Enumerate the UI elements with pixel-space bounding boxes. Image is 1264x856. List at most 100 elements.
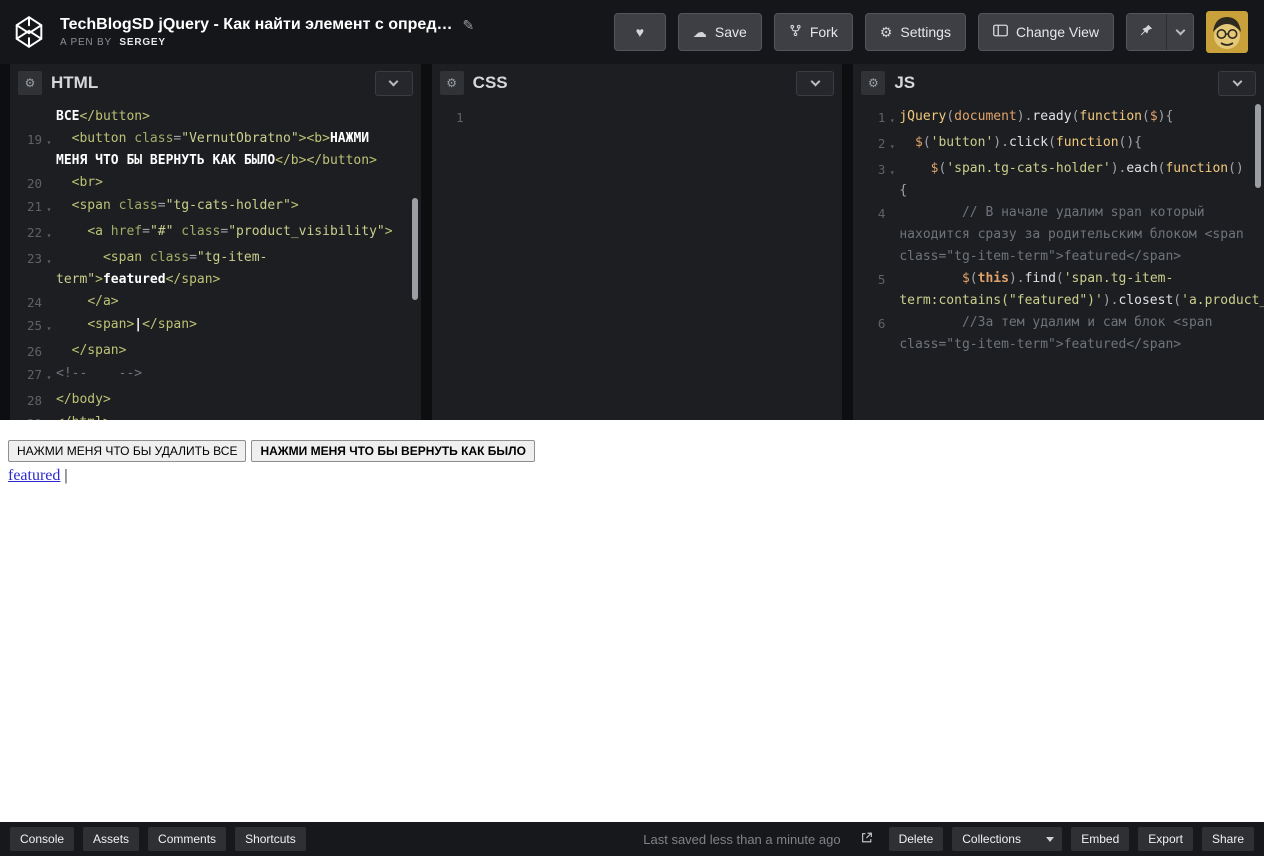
fold-gutter: [42, 106, 56, 110]
code-line: 25 ▾ <span>|</span>: [10, 314, 421, 340]
fold-arrow-icon[interactable]: ▾: [885, 132, 899, 158]
cloud-icon: ☁: [692, 23, 707, 40]
layout-icon: [993, 24, 1008, 40]
code-text: $(this).find('span.tg-item-term:contains…: [899, 271, 1264, 308]
code-text: </html>: [56, 412, 421, 420]
author-link[interactable]: sergey: [119, 37, 165, 48]
gear-icon: ⚙: [879, 23, 893, 40]
delete-button[interactable]: Delete: [888, 827, 944, 851]
fold-arrow-icon[interactable]: ▾: [42, 221, 56, 247]
fold-gutter: [42, 340, 56, 344]
codepen-logo-icon[interactable]: [12, 15, 46, 49]
code-line: 29 </html>: [10, 412, 421, 420]
code-line: 27 ▾ <!-- -->: [10, 363, 421, 389]
save-button[interactable]: ☁ Save: [677, 13, 762, 51]
pin-split-button: [1126, 13, 1194, 51]
fork-label: Fork: [809, 24, 838, 40]
console-button[interactable]: Console: [10, 827, 75, 851]
fold-arrow-icon[interactable]: ▾: [42, 314, 56, 340]
restore-button[interactable]: НАЖМИ МЕНЯ ЧТО БЫ ВЕРНУТЬ КАК БЫЛО: [251, 440, 535, 462]
fold-gutter: [42, 172, 56, 176]
pin-button[interactable]: [1127, 14, 1167, 50]
line-number: 3: [877, 162, 886, 177]
code-text: <a href="#" class="product_visibility">: [87, 224, 393, 239]
fold-arrow-icon[interactable]: ▾: [42, 128, 56, 154]
code-line: 2 ▾ $('button').click(function(){: [853, 132, 1264, 158]
code-line: 5 $(this).find('span.tg-item-term:contai…: [853, 268, 1264, 312]
edit-title-icon[interactable]: ✎: [462, 17, 474, 34]
css-settings-gear-icon[interactable]: ⚙: [439, 71, 464, 95]
code-text: // В начале удалим span который находитс…: [899, 205, 1252, 264]
css-code-editor[interactable]: 1: [432, 102, 843, 420]
avatar[interactable]: [1206, 11, 1248, 53]
share-button[interactable]: Share: [1201, 827, 1254, 851]
css-panel-header: ⚙ CSS: [432, 64, 843, 102]
line-number: 19: [26, 132, 42, 147]
pin-dropdown-button[interactable]: [1167, 14, 1193, 50]
save-status: Last saved less than a minute ago: [643, 831, 841, 847]
line-number: 5: [877, 272, 886, 287]
code-text: $('button').click(function(){: [915, 135, 1143, 150]
fold-gutter: [42, 291, 56, 295]
fold-arrow-icon[interactable]: ▾: [42, 247, 56, 273]
code-line: 1 ▾ jQuery(document).ready(function($){: [853, 106, 1264, 132]
js-scrollbar-thumb[interactable]: [1255, 104, 1262, 188]
html-scrollbar-thumb[interactable]: [411, 198, 418, 300]
assets-button[interactable]: Assets: [83, 827, 140, 851]
fork-icon: [789, 23, 802, 41]
code-text: //За тем удалим и сам блок <span class="…: [899, 315, 1221, 352]
html-settings-gear-icon[interactable]: ⚙: [18, 71, 42, 95]
html-code-editor[interactable]: ВСЕ</button> 19 ▾ <button class="VernutObr…: [10, 102, 421, 420]
change-view-button[interactable]: Change View: [977, 13, 1114, 51]
code-line: ВСЕ</button>: [10, 106, 421, 128]
line-number: 20: [26, 176, 42, 191]
pen-title: TechBlogSD jQuery - Как найти элемент с …: [60, 16, 453, 33]
footer: Console Assets Comments Shortcuts Last s…: [0, 822, 1264, 856]
line-number: 28: [26, 393, 42, 408]
delete-all-button[interactable]: НАЖМИ МЕНЯ ЧТО БЫ УДАЛИТЬ ВСЕ: [8, 440, 247, 462]
fold-arrow-icon[interactable]: ▾: [42, 363, 56, 389]
save-label: Save: [714, 24, 747, 40]
embed-button[interactable]: Embed: [1071, 827, 1130, 851]
header: TechBlogSD jQuery - Как найти элемент с …: [0, 0, 1264, 64]
code-text: <button class="VernutObratno"><b>НАЖМИ М…: [56, 131, 377, 168]
css-panel: ⚙ CSS 1: [431, 64, 843, 420]
settings-button[interactable]: ⚙ Settings: [864, 13, 966, 51]
line-number: 26: [26, 344, 42, 359]
pen-title-block: TechBlogSD jQuery - Как найти элемент с …: [60, 16, 474, 48]
chevron-down-icon: [810, 76, 821, 86]
codepen-editor-page: TechBlogSD jQuery - Как найти элемент с …: [0, 0, 1264, 856]
js-panel-title: JS: [894, 73, 916, 92]
css-collapse-button[interactable]: [796, 70, 835, 96]
like-button[interactable]: ♥: [613, 13, 666, 51]
code-text: </span>: [71, 343, 127, 358]
js-settings-gear-icon[interactable]: ⚙: [861, 71, 886, 95]
code-text: <!-- -->: [56, 366, 143, 381]
header-actions: ♥ ☁ Save Fork ⚙ Settings Change View: [613, 11, 1248, 53]
html-collapse-button[interactable]: [374, 70, 413, 96]
fork-button[interactable]: Fork: [773, 13, 853, 51]
line-number: 23: [26, 251, 42, 266]
byline: A PEN BY sergey: [60, 37, 474, 48]
collections-dropdown[interactable]: Collections: [952, 827, 1063, 851]
fold-arrow-icon[interactable]: ▾: [42, 195, 56, 221]
chevron-down-icon: [388, 76, 399, 86]
js-collapse-button[interactable]: [1218, 70, 1257, 96]
fold-arrow-icon[interactable]: ▾: [885, 158, 899, 184]
fold-arrow-icon[interactable]: ▾: [885, 106, 899, 132]
code-line: 4 // В начале удалим span который находи…: [853, 202, 1264, 268]
fold-gutter: [42, 389, 56, 393]
export-button[interactable]: Export: [1138, 827, 1193, 851]
shortcuts-button[interactable]: Shortcuts: [235, 827, 306, 851]
code-line: 3 ▾ $('span.tg-cats-holder').each(functio…: [853, 158, 1264, 202]
change-view-label: Change View: [1015, 24, 1099, 40]
line-number: 24: [26, 295, 42, 310]
code-line: 28 </body>: [10, 389, 421, 412]
featured-link[interactable]: featured: [8, 467, 60, 484]
comments-button[interactable]: Comments: [148, 827, 227, 851]
js-code-editor[interactable]: 1 ▾ jQuery(document).ready(function($){2 ▾ …: [853, 102, 1264, 420]
byline-label: A PEN BY: [60, 37, 112, 48]
external-link-icon: [860, 831, 874, 847]
open-preview-button[interactable]: [853, 827, 880, 851]
code-line: 6 //За тем удалим и сам блок <span class…: [853, 312, 1264, 356]
